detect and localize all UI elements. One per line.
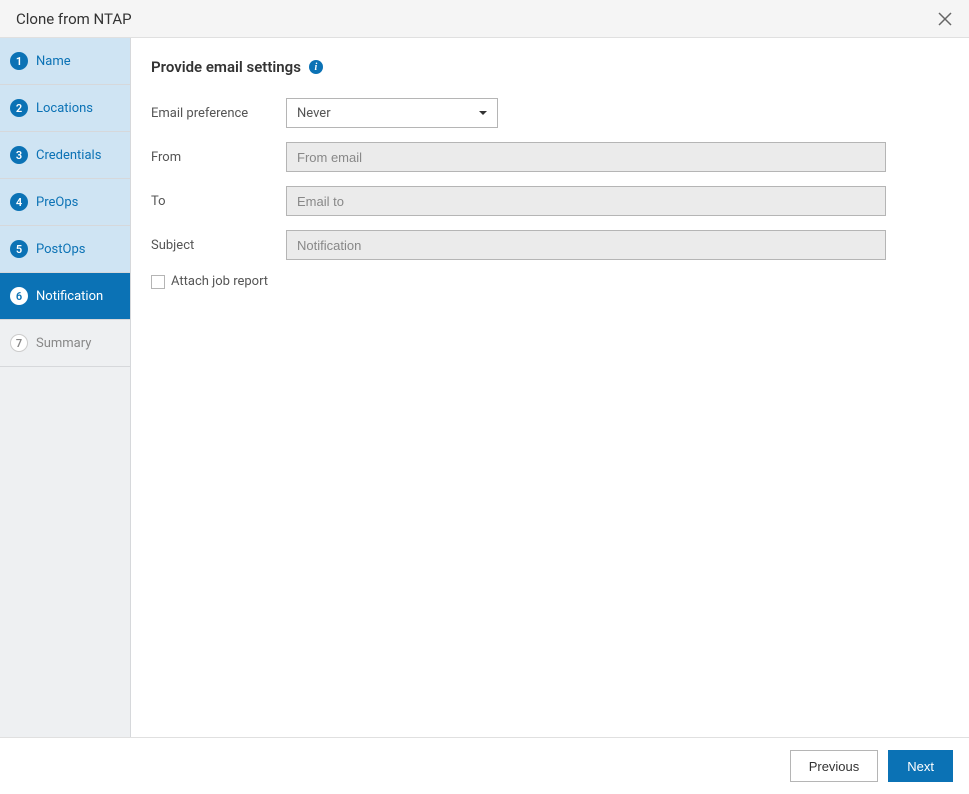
step-number: 7 [10, 334, 28, 352]
sidebar-step-notification[interactable]: 6 Notification [0, 273, 130, 320]
section-title-text: Provide email settings [151, 58, 301, 76]
email-preference-label: Email preference [151, 106, 286, 121]
clone-dialog: Clone from NTAP 1 Name 2 Locations 3 Cre… [0, 0, 969, 794]
to-label: To [151, 194, 286, 209]
step-label: Notification [36, 289, 103, 304]
email-preference-row: Email preference Never [151, 98, 949, 128]
dialog-footer: Previous Next [0, 737, 969, 794]
next-button[interactable]: Next [888, 750, 953, 782]
sidebar-step-locations[interactable]: 2 Locations [0, 85, 130, 132]
to-row: To [151, 186, 949, 216]
wizard-sidebar: 1 Name 2 Locations 3 Credentials 4 PreOp… [0, 38, 131, 737]
subject-row: Subject [151, 230, 949, 260]
step-number: 3 [10, 146, 28, 164]
email-preference-select[interactable]: Never [286, 98, 498, 128]
chevron-down-icon [479, 111, 487, 115]
sidebar-step-postops[interactable]: 5 PostOps [0, 226, 130, 273]
step-label: PreOps [36, 195, 78, 210]
sidebar-step-name[interactable]: 1 Name [0, 38, 130, 85]
dialog-header: Clone from NTAP [0, 0, 969, 38]
sidebar-step-summary[interactable]: 7 Summary [0, 320, 130, 367]
close-icon[interactable] [937, 11, 953, 27]
step-label: Credentials [36, 148, 101, 163]
to-input[interactable] [286, 186, 886, 216]
attach-report-row: Attach job report [151, 274, 949, 289]
step-label: Name [36, 54, 71, 69]
previous-button[interactable]: Previous [790, 750, 879, 782]
step-label: PostOps [36, 242, 85, 257]
from-label: From [151, 150, 286, 165]
attach-report-checkbox[interactable] [151, 275, 165, 289]
step-number: 4 [10, 193, 28, 211]
dialog-body: 1 Name 2 Locations 3 Credentials 4 PreOp… [0, 38, 969, 737]
section-title: Provide email settings i [151, 58, 949, 76]
from-row: From [151, 142, 949, 172]
sidebar-step-preops[interactable]: 4 PreOps [0, 179, 130, 226]
main-content: Provide email settings i Email preferenc… [131, 38, 969, 737]
subject-label: Subject [151, 238, 286, 253]
step-number: 1 [10, 52, 28, 70]
step-number: 5 [10, 240, 28, 258]
step-label: Locations [36, 101, 93, 116]
step-label: Summary [36, 336, 91, 351]
step-number: 6 [10, 287, 28, 305]
sidebar-step-credentials[interactable]: 3 Credentials [0, 132, 130, 179]
dialog-title: Clone from NTAP [16, 10, 132, 28]
from-input[interactable] [286, 142, 886, 172]
subject-input[interactable] [286, 230, 886, 260]
step-number: 2 [10, 99, 28, 117]
email-preference-value: Never [297, 106, 331, 121]
attach-report-label: Attach job report [171, 274, 268, 289]
info-icon[interactable]: i [309, 60, 323, 74]
